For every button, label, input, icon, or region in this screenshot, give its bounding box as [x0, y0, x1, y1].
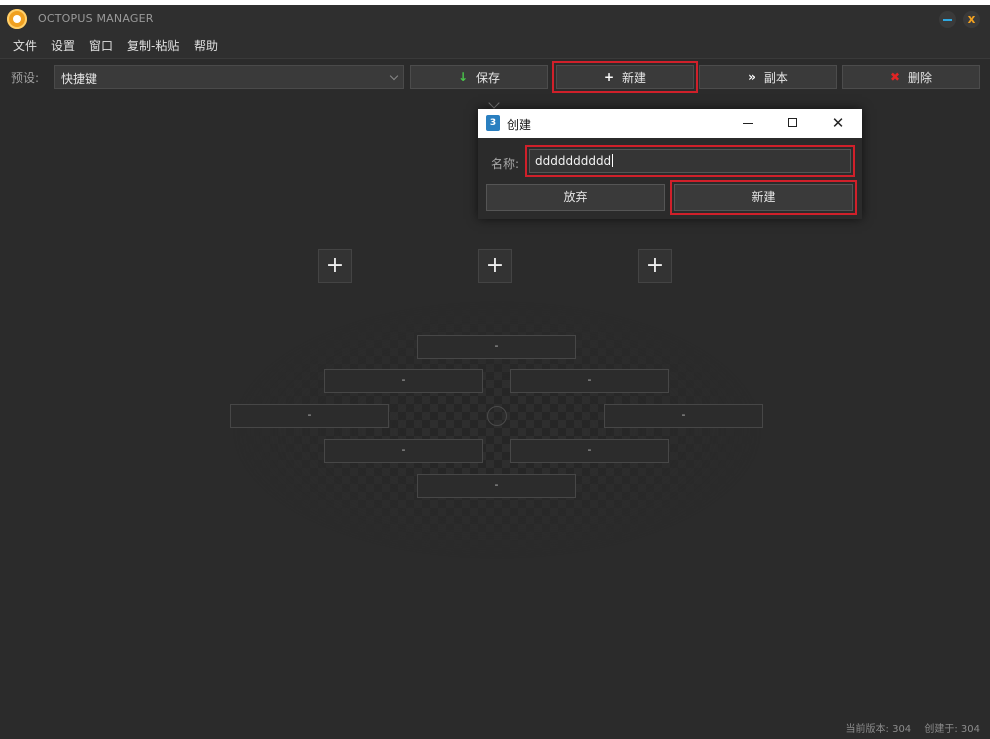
slot-upper-left[interactable]: - [324, 369, 483, 393]
slot-bottom[interactable]: - [417, 474, 576, 498]
preset-value: 快捷键 [61, 72, 98, 86]
dialog-close-icon[interactable]: ✕ [828, 113, 848, 133]
save-label: 保存 [476, 70, 501, 85]
menu-copy-paste[interactable]: 复制-粘贴 [127, 37, 179, 54]
slot-left[interactable]: - [230, 404, 389, 428]
download-arrow-icon: ↓ [457, 70, 469, 84]
preset-select[interactable]: 快捷键 [54, 65, 404, 89]
new-button[interactable]: + 新建 [552, 61, 698, 93]
dialog-title-bar: 3 创建 ✕ [478, 109, 862, 138]
delete-button[interactable]: ✖ 删除 [842, 65, 980, 89]
add-slot-button-1[interactable]: + [318, 249, 352, 283]
close-icon[interactable]: x [963, 11, 980, 28]
app-badge-icon: 3 [486, 115, 500, 131]
minimize-icon[interactable] [939, 11, 956, 28]
status-bar: 当前版本: 304 创建于: 304 [846, 720, 980, 735]
preset-label: 预设: [11, 71, 40, 85]
slot-upper-right[interactable]: - [510, 369, 669, 393]
cancel-button[interactable]: 放弃 [486, 184, 665, 211]
slot-right[interactable]: - [604, 404, 763, 428]
chevron-down-icon [389, 71, 399, 81]
double-chevron-icon: » [748, 70, 756, 84]
create-button[interactable]: 新建 [670, 180, 857, 215]
dialog-maximize-icon[interactable] [783, 113, 803, 133]
created-with-version: 创建于: 304 [924, 724, 980, 735]
menu-settings[interactable]: 设置 [51, 37, 75, 54]
create-dialog: 3 创建 ✕ 名称: dddddddddd 放弃 新建 [478, 109, 862, 219]
add-slot-button-3[interactable]: + [638, 249, 672, 283]
menu-window[interactable]: 窗口 [89, 37, 113, 54]
delete-x-icon: ✖ [889, 70, 901, 84]
slot-lower-right[interactable]: - [510, 439, 669, 463]
add-slot-button-2[interactable]: + [478, 249, 512, 283]
new-label: 新建 [622, 70, 647, 85]
dialog-minimize-icon[interactable] [738, 113, 758, 133]
name-label: 名称: [491, 157, 520, 171]
save-button[interactable]: ↓ 保存 [410, 65, 548, 89]
slot-lower-left[interactable]: - [324, 439, 483, 463]
name-input-value: dddddddddd [535, 154, 612, 168]
slot-top[interactable]: - [417, 335, 576, 359]
center-circle-icon [487, 406, 507, 426]
menu-file[interactable]: 文件 [13, 37, 37, 54]
menu-help[interactable]: 帮助 [194, 37, 218, 54]
delete-label: 删除 [908, 70, 933, 85]
app-title: OCTOPUS MANAGER [38, 12, 154, 25]
dropdown-caret-icon [488, 97, 500, 109]
menu-bar: 文件 设置 窗口 复制-粘贴 帮助 [0, 33, 990, 59]
plus-icon: + [603, 70, 615, 84]
name-input[interactable]: dddddddddd [525, 145, 855, 177]
text-cursor [612, 154, 614, 167]
app-logo-icon [7, 9, 27, 29]
copy-button[interactable]: » 副本 [699, 65, 837, 89]
toolbar: 预设: 快捷键 ↓ 保存 + 新建 » 副本 ✖ 删除 [0, 59, 990, 99]
dialog-title: 创建 [507, 118, 532, 132]
current-version: 当前版本: 304 [845, 724, 912, 735]
title-bar: OCTOPUS MANAGER x [0, 5, 990, 33]
copy-label: 副本 [763, 70, 788, 85]
